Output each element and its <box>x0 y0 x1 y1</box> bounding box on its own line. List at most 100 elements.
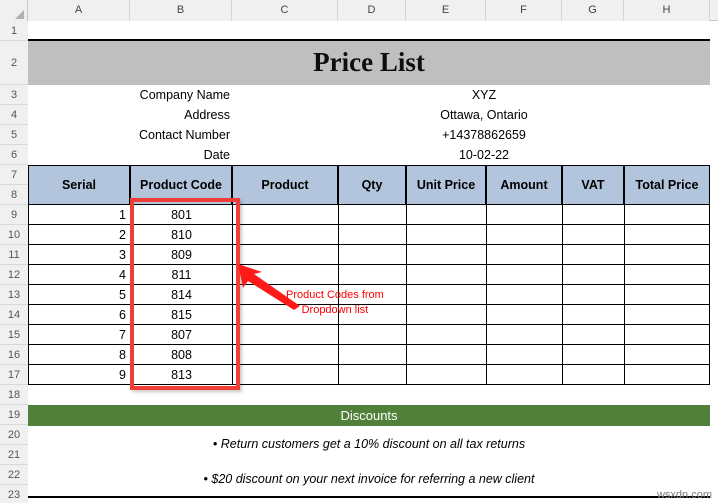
cell-serial[interactable]: 5 <box>28 285 130 305</box>
cell-unit-price[interactable] <box>406 325 486 345</box>
cell-product-code[interactable]: 808 <box>130 345 232 365</box>
cell-qty[interactable] <box>338 345 406 365</box>
cell-amount[interactable] <box>486 245 562 265</box>
cell-serial[interactable]: 2 <box>28 225 130 245</box>
cell-product[interactable] <box>232 325 338 345</box>
row-header-7[interactable]: 7 <box>0 165 28 185</box>
cell-qty[interactable] <box>338 225 406 245</box>
cell-product-code[interactable]: 807 <box>130 325 232 345</box>
row-header-11[interactable]: 11 <box>0 245 28 265</box>
row-header-13[interactable]: 13 <box>0 285 28 305</box>
cell-unit-price[interactable] <box>406 365 486 385</box>
row-header-4[interactable]: 4 <box>0 105 28 125</box>
row-header-12[interactable]: 12 <box>0 265 28 285</box>
row-header-8[interactable]: 8 <box>0 185 28 205</box>
row-header-18[interactable]: 18 <box>0 385 28 405</box>
cell-amount[interactable] <box>486 305 562 325</box>
cell-total-price[interactable] <box>624 345 710 365</box>
cell-serial[interactable]: 1 <box>28 205 130 225</box>
cell-serial[interactable]: 6 <box>28 305 130 325</box>
cell-unit-price[interactable] <box>406 225 486 245</box>
cell-total-price[interactable] <box>624 365 710 385</box>
cell-qty[interactable] <box>338 205 406 225</box>
select-all-corner[interactable] <box>0 0 28 21</box>
row-18-spacer[interactable] <box>28 385 710 405</box>
cell-total-price[interactable] <box>624 225 710 245</box>
info-value-date[interactable]: 10-02-22 <box>406 145 562 165</box>
row-header-10[interactable]: 10 <box>0 225 28 245</box>
row-23-partial[interactable] <box>28 498 710 503</box>
cell-product-code[interactable]: 810 <box>130 225 232 245</box>
cell-serial[interactable]: 7 <box>28 325 130 345</box>
column-header-a[interactable]: A <box>28 0 130 21</box>
cell-total-price[interactable] <box>624 285 710 305</box>
cell-unit-price[interactable] <box>406 305 486 325</box>
row-header-19[interactable]: 19 <box>0 405 28 425</box>
row-header-6[interactable]: 6 <box>0 145 28 165</box>
cell-unit-price[interactable] <box>406 205 486 225</box>
row-header-1[interactable]: 1 <box>0 21 28 41</box>
cell-product[interactable] <box>232 225 338 245</box>
cell-qty[interactable] <box>338 325 406 345</box>
column-header-h[interactable]: H <box>624 0 710 21</box>
row-header-16[interactable]: 16 <box>0 345 28 365</box>
info-value-address[interactable]: Ottawa, Ontario <box>406 105 562 125</box>
cell-unit-price[interactable] <box>406 245 486 265</box>
cell-product-code[interactable]: 809 <box>130 245 232 265</box>
cell-total-price[interactable] <box>624 205 710 225</box>
cell-vat[interactable] <box>562 305 624 325</box>
cell-product-code[interactable]: 814 <box>130 285 232 305</box>
cell-vat[interactable] <box>562 265 624 285</box>
row-header-5[interactable]: 5 <box>0 125 28 145</box>
column-header-c[interactable]: C <box>232 0 338 21</box>
cell-unit-price[interactable] <box>406 285 486 305</box>
cell-amount[interactable] <box>486 365 562 385</box>
cell-vat[interactable] <box>562 285 624 305</box>
cell-serial[interactable]: 4 <box>28 265 130 285</box>
cell-vat[interactable] <box>562 205 624 225</box>
row-header-9[interactable]: 9 <box>0 205 28 225</box>
cell-qty[interactable] <box>338 245 406 265</box>
cell-qty[interactable] <box>338 265 406 285</box>
cell-product-code[interactable]: 815 <box>130 305 232 325</box>
row-header-17[interactable]: 17 <box>0 365 28 385</box>
info-value-contact-number[interactable]: +14378862659 <box>406 125 562 145</box>
column-header-g[interactable]: G <box>562 0 624 21</box>
row-header-21[interactable]: 21 <box>0 445 28 465</box>
cell-amount[interactable] <box>486 325 562 345</box>
cell-serial[interactable]: 8 <box>28 345 130 365</box>
cell-vat[interactable] <box>562 225 624 245</box>
column-header-d[interactable]: D <box>338 0 406 21</box>
cell-amount[interactable] <box>486 345 562 365</box>
column-header-f[interactable]: F <box>486 0 562 21</box>
cell-unit-price[interactable] <box>406 265 486 285</box>
cell-serial[interactable]: 9 <box>28 365 130 385</box>
cell-product-code[interactable]: 811 <box>130 265 232 285</box>
row-header-2[interactable]: 2 <box>0 41 28 85</box>
row-header-3[interactable]: 3 <box>0 85 28 105</box>
cell-vat[interactable] <box>562 325 624 345</box>
row-header-15[interactable]: 15 <box>0 325 28 345</box>
cell-product[interactable] <box>232 345 338 365</box>
cell-product-code[interactable]: 801 <box>130 205 232 225</box>
row-header-23[interactable]: 23 <box>0 485 28 503</box>
cell-vat[interactable] <box>562 345 624 365</box>
cell-product[interactable] <box>232 205 338 225</box>
cell-amount[interactable] <box>486 205 562 225</box>
info-value-company-name[interactable]: XYZ <box>406 85 562 105</box>
cell-total-price[interactable] <box>624 265 710 285</box>
cell-vat[interactable] <box>562 365 624 385</box>
cell-vat[interactable] <box>562 245 624 265</box>
row-header-14[interactable]: 14 <box>0 305 28 325</box>
row-header-20[interactable]: 20 <box>0 425 28 445</box>
cell-total-price[interactable] <box>624 305 710 325</box>
cell-total-price[interactable] <box>624 245 710 265</box>
row-header-22[interactable]: 22 <box>0 465 28 485</box>
cell-qty[interactable] <box>338 365 406 385</box>
cell-amount[interactable] <box>486 285 562 305</box>
cell-product-code[interactable]: 813 <box>130 365 232 385</box>
row-1-blank[interactable] <box>28 21 710 41</box>
cell-product[interactable] <box>232 365 338 385</box>
cell-amount[interactable] <box>486 265 562 285</box>
cell-total-price[interactable] <box>624 325 710 345</box>
